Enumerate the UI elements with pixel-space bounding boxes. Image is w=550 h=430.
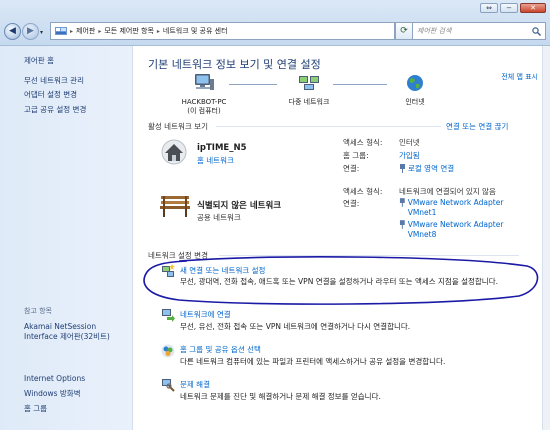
map-pc-sublabel: (이 컴퓨터): [187, 107, 221, 115]
network-1-access: 액세스 형식: 인터넷: [343, 138, 420, 147]
search-input[interactable]: 제어판 검색: [417, 26, 532, 36]
forward-arrow-icon[interactable]: ▶: [22, 23, 39, 40]
computer-icon: [195, 74, 214, 90]
recent-pages-dropdown[interactable]: ▾: [40, 29, 43, 36]
connect-icon: [162, 309, 175, 322]
vmnet1-link[interactable]: VMware Network Adapter VMnet1: [408, 198, 529, 218]
network-1-name: ipTIME_N5: [197, 143, 247, 153]
search-icon: [532, 26, 541, 36]
troubleshoot-icon: [162, 379, 175, 392]
vmnet8-entry: VMware Network Adapter VMnet8: [399, 220, 529, 240]
sidebar-item-advanced-sharing[interactable]: 고급 공유 설정 변경: [24, 104, 86, 115]
network-2-access: 액세스 형식: 네트워크에 연결되어 있지 않음: [343, 187, 496, 196]
network-2-adapters: VMware Network Adapter VMnet1 VMware Net…: [399, 198, 529, 240]
sidebar-item-adapter[interactable]: 어댑터 설정 변경: [24, 89, 77, 100]
connect-disconnect-link[interactable]: 연결 또는 연결 끊기: [446, 121, 508, 132]
page-title: 기본 네트워크 정보 보기 및 연결 설정: [148, 58, 321, 71]
sidebar-item-firewall[interactable]: Windows 방화벽: [24, 388, 81, 399]
refresh-icon[interactable]: ⟳: [395, 22, 413, 40]
task-homegroup-link[interactable]: 홈 그룹 및 공유 옵션 선택: [180, 344, 261, 355]
restore-button[interactable]: ⇔: [480, 3, 498, 13]
map-link-1: [229, 84, 277, 85]
minimize-button[interactable]: −: [500, 3, 518, 13]
network-adapter-icon: [399, 220, 405, 229]
map-node-computer[interactable]: HACKBOT-PC (이 컴퓨터): [173, 74, 235, 116]
network-icon: [299, 76, 319, 90]
map-pc-label: HACKBOT-PC: [181, 98, 227, 106]
map-internet-label: 인터넷: [405, 98, 425, 106]
close-button[interactable]: ✕: [520, 3, 546, 13]
task-troubleshoot-desc: 네트워크 문제를 진단 및 해결하거나 문제 해결 정보를 얻습니다.: [180, 392, 381, 401]
sidebar-item-homegroup[interactable]: 홈 그룹: [24, 403, 47, 414]
full-map-link[interactable]: 전체 맵 표시: [501, 72, 538, 82]
sidebar: 제어판 홈 무선 네트워크 관리 어댑터 설정 변경 고급 공유 설정 변경 참…: [0, 46, 133, 430]
network-2-type: 공용 네트워크: [197, 213, 241, 222]
map-node-internet[interactable]: 인터넷: [386, 74, 444, 107]
task-connect-link[interactable]: 네트워크에 연결: [180, 309, 231, 320]
sidebar-item-wireless[interactable]: 무선 네트워크 관리: [24, 75, 84, 86]
network-1-connection: 연결: 로컬 영역 연결: [343, 164, 455, 173]
vmnet1-entry: VMware Network Adapter VMnet1: [399, 198, 529, 218]
map-network-label: 다중 네트워크: [288, 98, 330, 106]
homegroup-icon: [161, 344, 175, 358]
map-link-2: [333, 84, 387, 85]
breadcrumb-3[interactable]: 네트워크 및 공유 센터: [163, 26, 228, 36]
main-panel: 기본 네트워크 정보 보기 및 연결 설정 전체 맵 표시 HACKBOT-PC…: [133, 46, 550, 430]
sidebar-item-akamai[interactable]: Akamai NetSession Interface 제어판(32비트): [24, 322, 132, 342]
window-buttons: ⇔ − ✕: [480, 3, 546, 13]
search-box[interactable]: 제어판 검색: [412, 22, 546, 40]
sidebar-home-link[interactable]: 제어판 홈: [24, 55, 54, 66]
see-also-header: 참고 항목: [24, 307, 52, 315]
task-homegroup-desc: 다른 네트워크 컴퓨터에 있는 파일과 프린터에 액세스하거나 공유 설정을 변…: [180, 357, 446, 366]
annotation-ellipse: [143, 256, 539, 305]
section-divider: [216, 126, 441, 127]
breadcrumb-2[interactable]: 모든 제어판 항목: [104, 26, 154, 36]
vertical-scrollbar[interactable]: [542, 46, 550, 430]
breadcrumb-1[interactable]: 제어판: [76, 26, 95, 36]
map-node-network[interactable]: 다중 네트워크: [278, 74, 340, 107]
window-chrome: ⇔ − ✕ ◀ ▶ ▾ ▸ 제어판 ▸ 모든 제어판 항목 ▸ 네트워크 및 공…: [0, 0, 550, 46]
network-2-name: 식별되지 않은 네트워크: [197, 201, 282, 211]
vmnet8-link[interactable]: VMware Network Adapter VMnet8: [408, 220, 529, 240]
address-bar[interactable]: ▸ 제어판 ▸ 모든 제어판 항목 ▸ 네트워크 및 공유 센터: [50, 22, 395, 40]
active-networks-header: 활성 네트워크 보기: [148, 122, 208, 131]
task-troubleshoot-link[interactable]: 문제 해결: [180, 379, 210, 390]
globe-icon: [407, 75, 423, 91]
task-connect-desc: 무선, 유선, 전화 접속 또는 VPN 네트워크에 연결하거나 다시 연결합니…: [180, 322, 411, 331]
bench-icon: [160, 196, 190, 217]
local-area-connection-link[interactable]: 로컬 영역 연결: [408, 163, 454, 174]
network-adapter-icon: [399, 198, 405, 207]
back-arrow-icon[interactable]: ◀: [4, 23, 21, 40]
homegroup-joined-link[interactable]: 가입됨: [399, 150, 420, 161]
sidebar-item-internet-options[interactable]: Internet Options: [24, 374, 85, 383]
network-1-type-link[interactable]: 홈 네트워크: [197, 155, 234, 166]
network-1-homegroup: 홈 그룹: 가입됨: [343, 151, 420, 160]
network-2-connection: 연결:: [343, 199, 360, 208]
network-adapter-icon: [400, 164, 405, 173]
house-icon: [161, 139, 187, 165]
control-panel-icon: [55, 27, 67, 35]
